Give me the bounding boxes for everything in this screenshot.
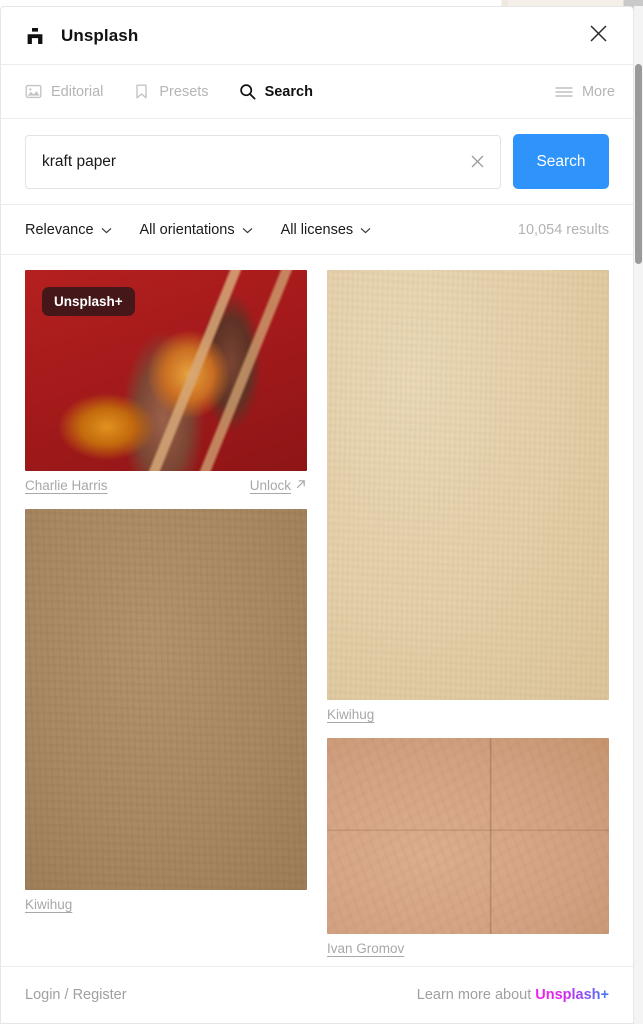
search-field[interactable] [25,134,501,189]
photo-thumbnail[interactable] [25,509,307,890]
photo-card[interactable]: Kiwihug [327,270,609,722]
photo-meta: Kiwihug [327,700,609,722]
learn-more-prefix: Learn more about [416,987,536,1003]
arrow-up-right-icon [295,478,307,493]
photo-meta: Charlie Harris Unlock [25,471,307,493]
bookmark-icon [133,83,150,100]
clear-search-button[interactable] [462,147,492,177]
window-title: Unsplash [61,25,139,45]
filter-sort-order-label: Relevance [25,221,94,238]
chevron-down-icon [242,222,253,238]
tab-presets[interactable]: Presets [133,65,209,118]
filter-orientation[interactable]: All orientations [140,222,253,238]
close-icon [589,24,608,48]
filter-license-label: All licenses [280,221,354,238]
page-scrollbar-thumb[interactable] [635,64,642,264]
photo-card[interactable]: Kiwihug [25,509,307,912]
photo-author[interactable]: Kiwihug [25,897,72,912]
photo-card[interactable]: Ivan Gromov [327,738,609,956]
brand: Unsplash [25,26,138,46]
footer-bar: Login / Register Learn more about Unspla… [1,966,633,1023]
login-register-link[interactable]: Login / Register [25,987,127,1003]
chevron-down-icon [360,222,371,238]
close-button[interactable] [581,19,615,53]
filter-bar: Relevance All orientations All licenses [1,205,633,255]
photo-thumbnail[interactable] [327,270,609,700]
chevron-down-icon [101,222,112,238]
learn-more-link[interactable]: Learn more about Unsplash+ [417,987,609,1003]
unsplash-plus-badge: Unsplash+ [42,287,135,316]
unsplash-plugin-window: Unsplash Editorial Presets Search More k… [0,0,643,1024]
hamburger-icon [555,85,573,99]
photo-author[interactable]: Kiwihug [327,707,374,722]
search-icon [239,83,256,100]
tab-search[interactable]: Search [239,65,313,118]
filter-license[interactable]: All licenses [281,222,372,238]
photo-card[interactable]: Unsplash+ Charlie Harris Unlock [25,270,307,493]
search-input[interactable] [42,152,462,171]
unsplash-logo-icon [25,26,45,46]
tab-presets-label: Presets [159,83,209,100]
unsplash-plus-brand: Unsplash+ [535,987,609,1003]
masonry-layout: Unsplash+ Charlie Harris Unlock Kiwihug … [25,270,609,966]
tab-search-label: Search [264,83,313,100]
results-column-left: Unsplash+ Charlie Harris Unlock Kiwihug [25,270,307,966]
results-count: 10,054 results [517,221,609,238]
filter-sort-order[interactable]: Relevance [25,222,112,238]
tab-bar: Editorial Presets Search More [1,65,633,119]
filter-orientation-label: All orientations [139,221,235,238]
unlock-label: Unlock [249,478,291,493]
results-grid[interactable]: Unsplash+ Charlie Harris Unlock Kiwihug … [1,256,633,966]
image-icon [25,83,42,100]
title-bar: Unsplash [1,7,633,65]
photo-thumbnail[interactable]: Unsplash+ [25,270,307,471]
tab-editorial[interactable]: Editorial [25,65,103,118]
tab-editorial-label: Editorial [51,83,104,100]
photo-meta: Kiwihug [25,890,307,912]
search-bar: Search [1,119,633,205]
photo-meta: Ivan Gromov [327,934,609,956]
page-scrollbar[interactable] [634,6,643,1024]
unlock-link[interactable]: Unlock [250,478,307,493]
photo-thumbnail[interactable] [327,738,609,934]
more-label: More [581,83,615,100]
results-column-right: Kiwihug Ivan Gromov [327,270,609,966]
photo-author[interactable]: Ivan Gromov [327,941,404,956]
photo-author[interactable]: Charlie Harris [25,478,108,493]
more-button[interactable]: More [555,65,615,118]
search-submit-button[interactable]: Search [513,134,609,189]
plugin-panel: Unsplash Editorial Presets Search More k… [0,6,634,1024]
